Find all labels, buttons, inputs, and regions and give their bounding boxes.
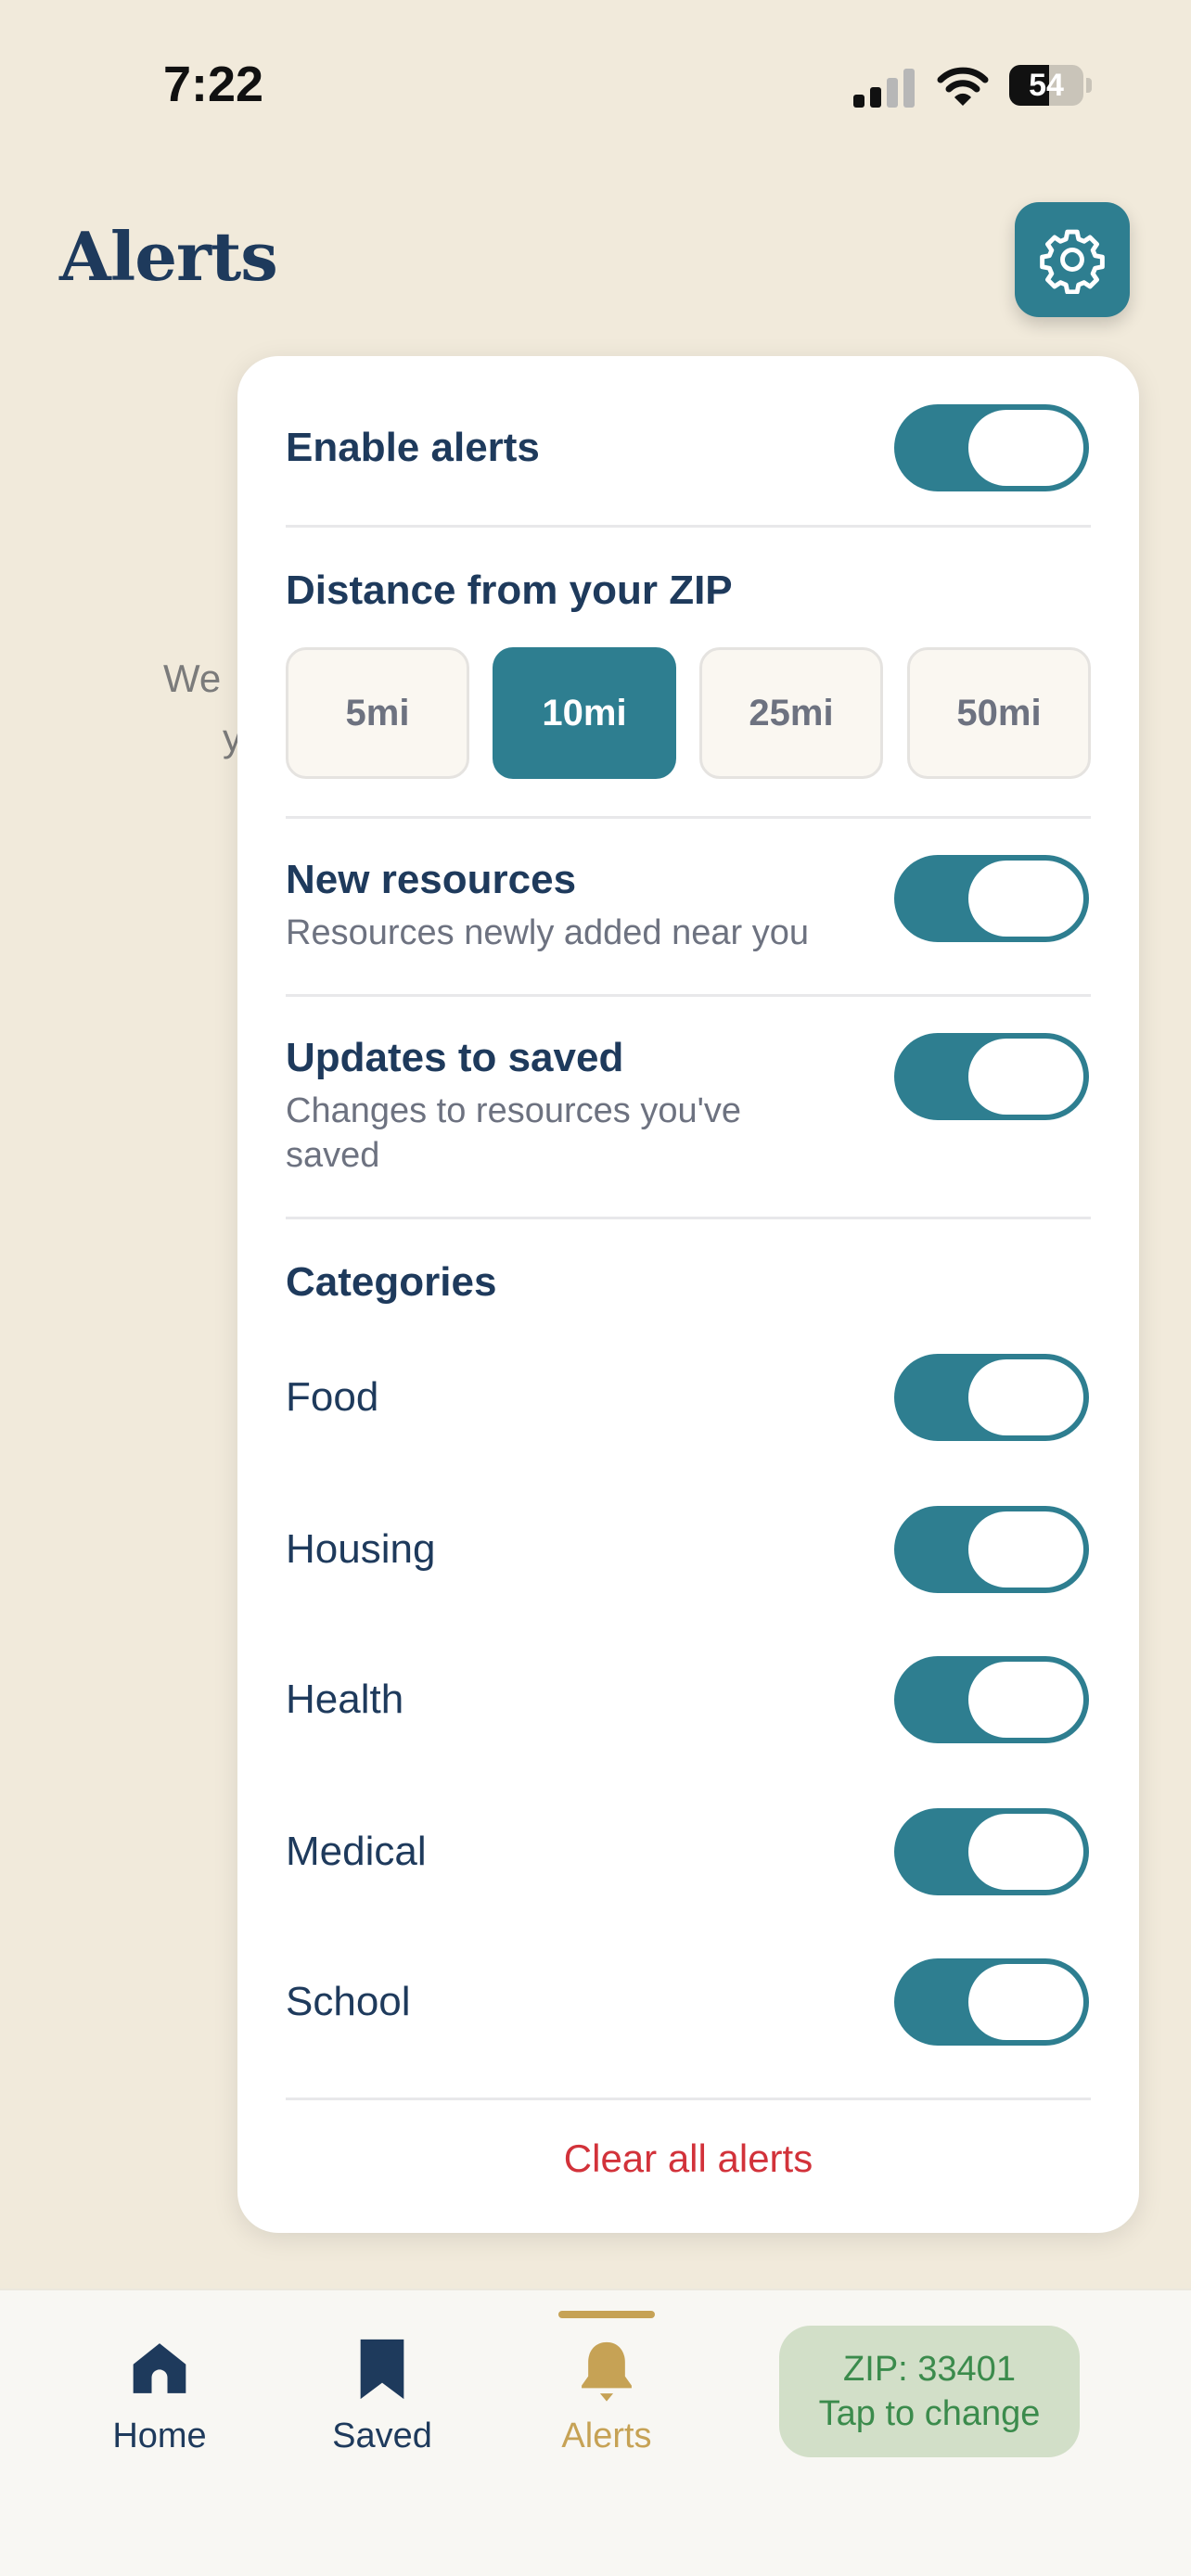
divider [286,994,1091,997]
home-icon [133,2343,186,2393]
divider [286,816,1091,819]
distance-option-10mi[interactable]: 10mi [493,647,676,779]
clear-all-alerts-button[interactable]: Clear all alerts [237,2136,1139,2181]
category-food-toggle[interactable] [894,1354,1089,1441]
battery-icon: 54 [1009,65,1093,106]
category-health-label: Health [286,1677,404,1722]
background-text-line: y [223,716,242,759]
page-title: Alerts [59,217,278,296]
category-housing-label: Housing [286,1526,436,1572]
wifi-icon [937,67,989,106]
bell-icon [582,2341,632,2402]
tab-saved[interactable]: Saved [289,2290,475,2476]
updates-to-saved-description: Changes to resources you've saved [286,1091,741,1175]
category-housing-toggle[interactable] [894,1506,1089,1593]
updates-to-saved-toggle[interactable] [894,1033,1089,1120]
distance-option-50mi[interactable]: 50mi [907,647,1091,779]
gear-icon [1040,229,1105,294]
enable-alerts-label: Enable alerts [286,425,540,470]
battery-level: 54 [1029,68,1064,103]
new-resources-label: New resources [286,857,577,902]
distance-option-5mi[interactable]: 5mi [286,647,469,779]
distance-option-25mi[interactable]: 25mi [699,647,883,779]
new-resources-toggle[interactable] [894,855,1089,942]
background-empty-text: We y [163,649,242,768]
divider [286,1217,1091,1219]
status-time: 7:22 [163,57,264,112]
tab-alerts-label: Alerts [561,2417,652,2455]
category-school-label: School [286,1979,411,2024]
divider [286,2098,1091,2100]
alert-settings-panel: Enable alerts Distance from your ZIP 5mi… [237,356,1139,2233]
enable-alerts-toggle[interactable] [894,404,1089,491]
tab-home[interactable]: Home [67,2290,252,2476]
category-medical-label: Medical [286,1829,427,1874]
background-text-line: We [163,657,222,700]
tab-saved-label: Saved [332,2417,432,2455]
zip-change-button[interactable]: ZIP: 33401 Tap to change [779,2326,1080,2457]
zip-tap-hint: Tap to change [818,2394,1041,2433]
bookmark-icon [360,2339,404,2400]
updates-to-saved-label: Updates to saved [286,1035,624,1080]
category-school-toggle[interactable] [894,1958,1089,2046]
category-food-label: Food [286,1374,379,1420]
zip-code-text: ZIP: 33401 [843,2350,1016,2389]
category-health-toggle[interactable] [894,1656,1089,1743]
signal-icon [853,69,915,108]
distance-label: Distance from your ZIP [286,567,733,613]
category-medical-toggle[interactable] [894,1808,1089,1895]
tab-alerts[interactable]: Alerts [514,2290,699,2476]
new-resources-description: Resources newly added near you [286,913,810,952]
categories-heading: Categories [286,1259,497,1305]
divider [286,525,1091,528]
status-icons: 54 [853,63,1095,111]
settings-button[interactable] [1015,202,1130,317]
tab-home-label: Home [112,2417,207,2455]
